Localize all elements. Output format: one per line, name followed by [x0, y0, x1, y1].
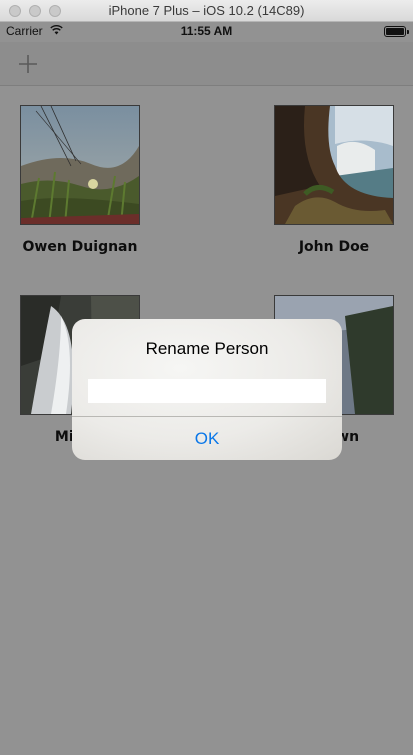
status-bar: Carrier 11:55 AM [0, 22, 413, 42]
device-screen: Carrier 11:55 AM Owen Duignan John Doe R… [0, 22, 413, 755]
person-photo[interactable] [274, 105, 394, 225]
person-name: Owen Duignan [22, 239, 138, 255]
ok-button[interactable]: OK [72, 417, 342, 460]
person-name: John Doe [298, 239, 370, 255]
alert-title: Rename Person [145, 339, 269, 358]
navigation-bar [0, 42, 413, 86]
rename-person-alert: Rename Person OK [72, 319, 342, 460]
person-cell[interactable]: Owen Duignan [20, 105, 140, 255]
add-person-button[interactable] [14, 50, 42, 78]
battery-icon [384, 26, 409, 37]
person-cell[interactable]: John Doe [274, 105, 394, 255]
window-title: iPhone 7 Plus – iOS 10.2 (14C89) [108, 3, 305, 18]
status-time: 11:55 AM [180, 24, 233, 38]
rename-text-field[interactable] [88, 379, 326, 403]
simulator-title-bar: iPhone 7 Plus – iOS 10.2 (14C89) [0, 0, 413, 22]
person-photo[interactable] [20, 105, 140, 225]
